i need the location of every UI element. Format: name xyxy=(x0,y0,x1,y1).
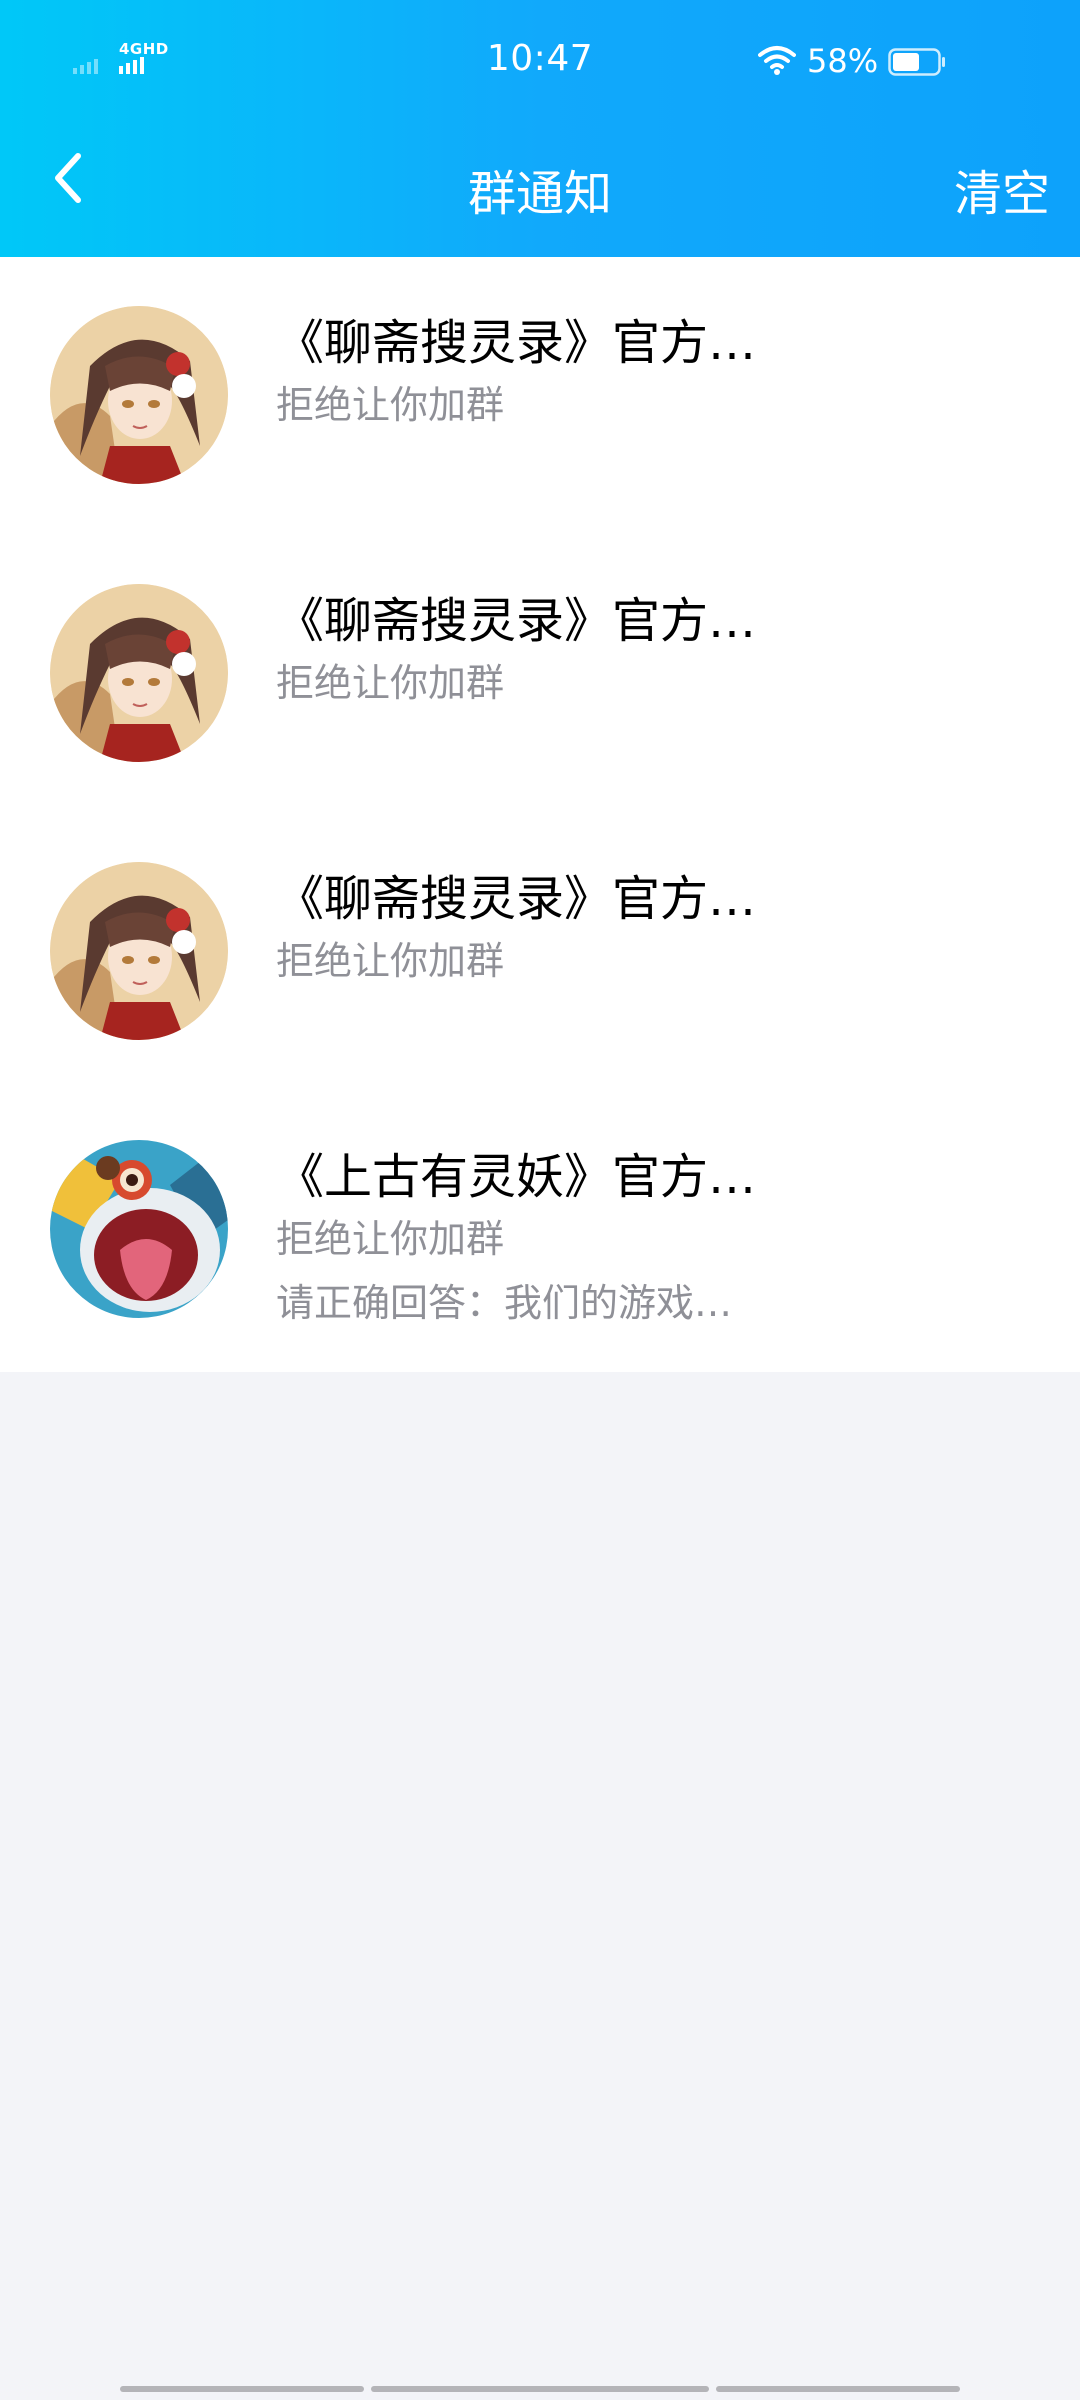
group-name: 《上古有灵妖》官方… xyxy=(276,1149,757,1205)
group-avatar xyxy=(50,862,228,1040)
battery-percentage: 58% xyxy=(807,42,879,80)
notification-item[interactable]: 《聊斋搜灵录》官方… 拒绝让你加群 xyxy=(0,535,1080,813)
notification-item[interactable]: 《聊斋搜灵录》官方… 拒绝让你加群 xyxy=(0,813,1080,1091)
clear-button[interactable]: 清空 xyxy=(954,154,1050,224)
page-title: 群通知 xyxy=(467,166,612,222)
battery-icon xyxy=(888,48,946,76)
home-indicator-segment xyxy=(716,2386,960,2392)
group-name: 《聊斋搜灵录》官方… xyxy=(276,593,757,649)
verification-question: 请正确回答：我们的游戏… xyxy=(276,1281,733,1325)
header: 4GHD 10:47 58% 群通知 清空 xyxy=(0,0,1080,257)
home-indicator-segment xyxy=(371,2386,709,2392)
group-avatar xyxy=(50,306,228,484)
request-status: 拒绝让你加群 xyxy=(276,383,505,427)
group-name: 《聊斋搜灵录》官方… xyxy=(276,315,757,371)
status-bar: 4GHD 10:47 58% xyxy=(0,0,1080,120)
request-status: 拒绝让你加群 xyxy=(276,661,505,705)
group-name: 《聊斋搜灵录》官方… xyxy=(276,871,757,927)
group-avatar xyxy=(50,584,228,762)
navigation-bar: 群通知 清空 xyxy=(0,120,1080,257)
home-indicator-segment xyxy=(120,2386,364,2392)
request-status: 拒绝让你加群 xyxy=(276,1217,505,1261)
notification-list: 《聊斋搜灵录》官方… 拒绝让你加群 《聊斋搜灵录》官方… 拒绝让你加群 《聊斋搜… xyxy=(0,257,1080,1372)
notification-item[interactable]: 《聊斋搜灵录》官方… 拒绝让你加群 xyxy=(0,257,1080,535)
notification-item[interactable]: 《上古有灵妖》官方… 拒绝让你加群 请正确回答：我们的游戏… xyxy=(0,1091,1080,1372)
group-avatar xyxy=(50,1140,228,1318)
wifi-icon xyxy=(758,44,796,76)
request-status: 拒绝让你加群 xyxy=(276,939,505,983)
